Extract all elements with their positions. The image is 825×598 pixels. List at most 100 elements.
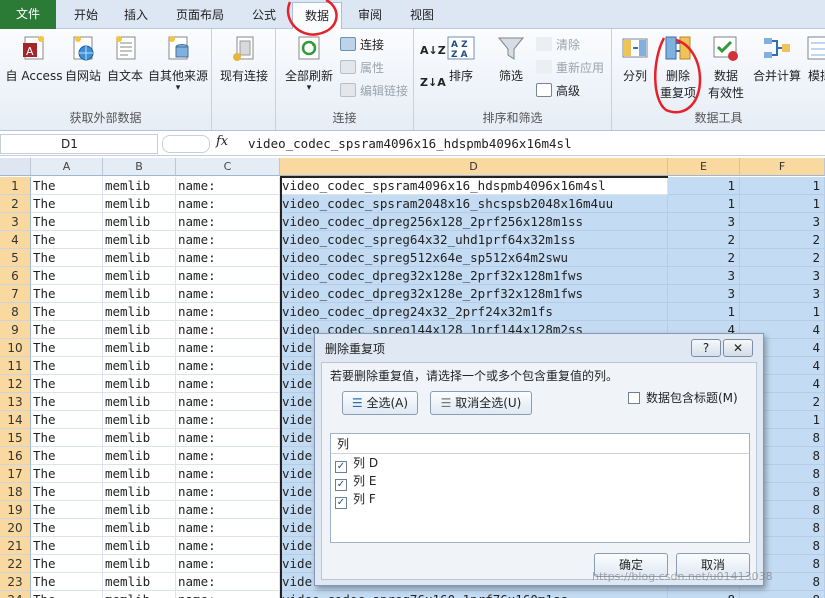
table-cell[interactable]: The (31, 411, 103, 429)
table-cell[interactable]: 3 (668, 267, 740, 285)
table-cell[interactable]: memlib (103, 267, 176, 285)
row-header[interactable]: 23 (0, 573, 31, 591)
reapply-button[interactable]: 重新应用 (536, 58, 604, 78)
table-cell[interactable]: memlib (103, 519, 176, 537)
table-cell[interactable]: memlib (103, 537, 176, 555)
formula-bar-resize-handle[interactable] (162, 135, 210, 153)
list-item-column-d[interactable]: ✓ 列 D (331, 454, 749, 473)
table-cell[interactable]: The (31, 537, 103, 555)
what-if-button[interactable]: 模拟 (804, 33, 825, 84)
edit-links-button[interactable]: 编辑链接 (340, 81, 408, 101)
table-cell[interactable]: video_codec_spreg64x32_uhd1prf64x32m1ss (280, 231, 668, 249)
row-header[interactable]: 18 (0, 483, 31, 501)
table-cell[interactable]: memlib (103, 339, 176, 357)
row-header[interactable]: 19 (0, 501, 31, 519)
row-header[interactable]: 1 (0, 177, 31, 195)
table-cell[interactable]: 2 (740, 231, 825, 249)
row-header[interactable]: 4 (0, 231, 31, 249)
table-cell[interactable]: memlib (103, 483, 176, 501)
table-cell[interactable]: memlib (103, 357, 176, 375)
table-cell[interactable]: memlib (103, 177, 176, 195)
table-cell[interactable]: memlib (103, 249, 176, 267)
table-cell[interactable]: video_codec_spreg512x64e_sp512x64m2swu (280, 249, 668, 267)
text-to-columns-button[interactable]: 分列 (618, 33, 652, 84)
table-cell[interactable]: The (31, 213, 103, 231)
table-cell[interactable]: 8 (668, 591, 740, 598)
table-cell[interactable]: name: (176, 231, 280, 249)
sort-button[interactable]: A ZZ A 排序 (444, 33, 478, 84)
clear-filter-button[interactable]: 清除 (536, 35, 580, 55)
table-cell[interactable]: 2 (668, 249, 740, 267)
select-all-corner[interactable] (0, 158, 31, 176)
table-cell[interactable]: memlib (103, 231, 176, 249)
table-cell[interactable]: The (31, 231, 103, 249)
table-cell[interactable]: name: (176, 267, 280, 285)
unselect-all-button[interactable]: ☰ 取消全选(U) (430, 391, 532, 415)
table-cell[interactable]: The (31, 177, 103, 195)
data-validation-button[interactable]: 数据 有效性 (704, 33, 748, 101)
table-cell[interactable]: name: (176, 411, 280, 429)
table-cell[interactable]: 3 (668, 285, 740, 303)
select-all-button[interactable]: ☰ 全选(A) (342, 391, 418, 415)
table-cell[interactable]: name: (176, 555, 280, 573)
row-header[interactable]: 24 (0, 591, 31, 598)
table-cell[interactable]: video_codec_dpreg24x32_2prf24x32m1fs (280, 303, 668, 321)
tab-data[interactable]: 数据 (292, 2, 342, 30)
table-cell[interactable]: memlib (103, 591, 176, 598)
table-cell[interactable]: video_codec_dpreg32x128e_2prf32x128m1fws (280, 285, 668, 303)
sort-za-button[interactable]: Z↓A (420, 73, 446, 93)
row-header[interactable]: 3 (0, 213, 31, 231)
column-header-c[interactable]: C (176, 158, 280, 176)
from-text-button[interactable]: 自文本 (104, 33, 146, 84)
row-header[interactable]: 14 (0, 411, 31, 429)
row-header[interactable]: 12 (0, 375, 31, 393)
table-cell[interactable]: 3 (740, 285, 825, 303)
table-cell[interactable]: 3 (740, 267, 825, 285)
row-header[interactable]: 17 (0, 465, 31, 483)
row-header[interactable]: 8 (0, 303, 31, 321)
table-cell[interactable]: name: (176, 321, 280, 339)
table-cell[interactable]: name: (176, 501, 280, 519)
table-cell[interactable]: name: (176, 213, 280, 231)
table-cell[interactable]: The (31, 375, 103, 393)
table-cell[interactable]: 3 (740, 213, 825, 231)
connections-button[interactable]: 连接 (340, 35, 384, 55)
advanced-filter-button[interactable]: 高级 (536, 81, 580, 101)
table-cell[interactable]: The (31, 429, 103, 447)
table-cell[interactable]: The (31, 285, 103, 303)
table-cell[interactable]: name: (176, 177, 280, 195)
table-cell[interactable]: video_codec_spsram2048x16_shcspsb2048x16… (280, 195, 668, 213)
table-cell[interactable]: The (31, 465, 103, 483)
row-header[interactable]: 22 (0, 555, 31, 573)
table-cell[interactable]: The (31, 519, 103, 537)
name-box[interactable]: D1 (0, 134, 158, 154)
table-cell[interactable]: name: (176, 591, 280, 598)
row-header[interactable]: 20 (0, 519, 31, 537)
table-cell[interactable]: video_codec_spreg76x160_1prf76x160m1ss (280, 591, 668, 598)
table-cell[interactable]: name: (176, 195, 280, 213)
tab-formulas[interactable]: 公式 (242, 2, 286, 28)
from-web-button[interactable]: 自网站 (62, 33, 104, 84)
table-cell[interactable]: The (31, 357, 103, 375)
row-header[interactable]: 9 (0, 321, 31, 339)
table-cell[interactable]: 1 (668, 177, 740, 195)
table-cell[interactable]: 2 (740, 249, 825, 267)
table-cell[interactable]: memlib (103, 213, 176, 231)
sort-az-button[interactable]: A↓Z (420, 41, 446, 61)
column-header-a[interactable]: A (31, 158, 103, 176)
table-cell[interactable]: 1 (668, 195, 740, 213)
close-button[interactable]: ✕ (723, 339, 753, 357)
tab-home[interactable]: 开始 (66, 2, 106, 28)
table-cell[interactable]: memlib (103, 447, 176, 465)
table-cell[interactable]: video_codec_dpreg32x128e_2prf32x128m1fws (280, 267, 668, 285)
properties-button[interactable]: 属性 (340, 58, 384, 78)
table-cell[interactable]: name: (176, 465, 280, 483)
tab-review[interactable]: 审阅 (348, 2, 392, 28)
existing-connections-button[interactable]: 现有连接 (214, 33, 274, 84)
list-item-column-f[interactable]: ✓ 列 F (331, 490, 749, 509)
help-button[interactable]: ? (691, 339, 721, 357)
list-item-column-e[interactable]: ✓ 列 E (331, 472, 749, 491)
row-header[interactable]: 11 (0, 357, 31, 375)
table-cell[interactable]: name: (176, 285, 280, 303)
refresh-all-button[interactable]: 全部刷新 ▾ (280, 33, 338, 93)
